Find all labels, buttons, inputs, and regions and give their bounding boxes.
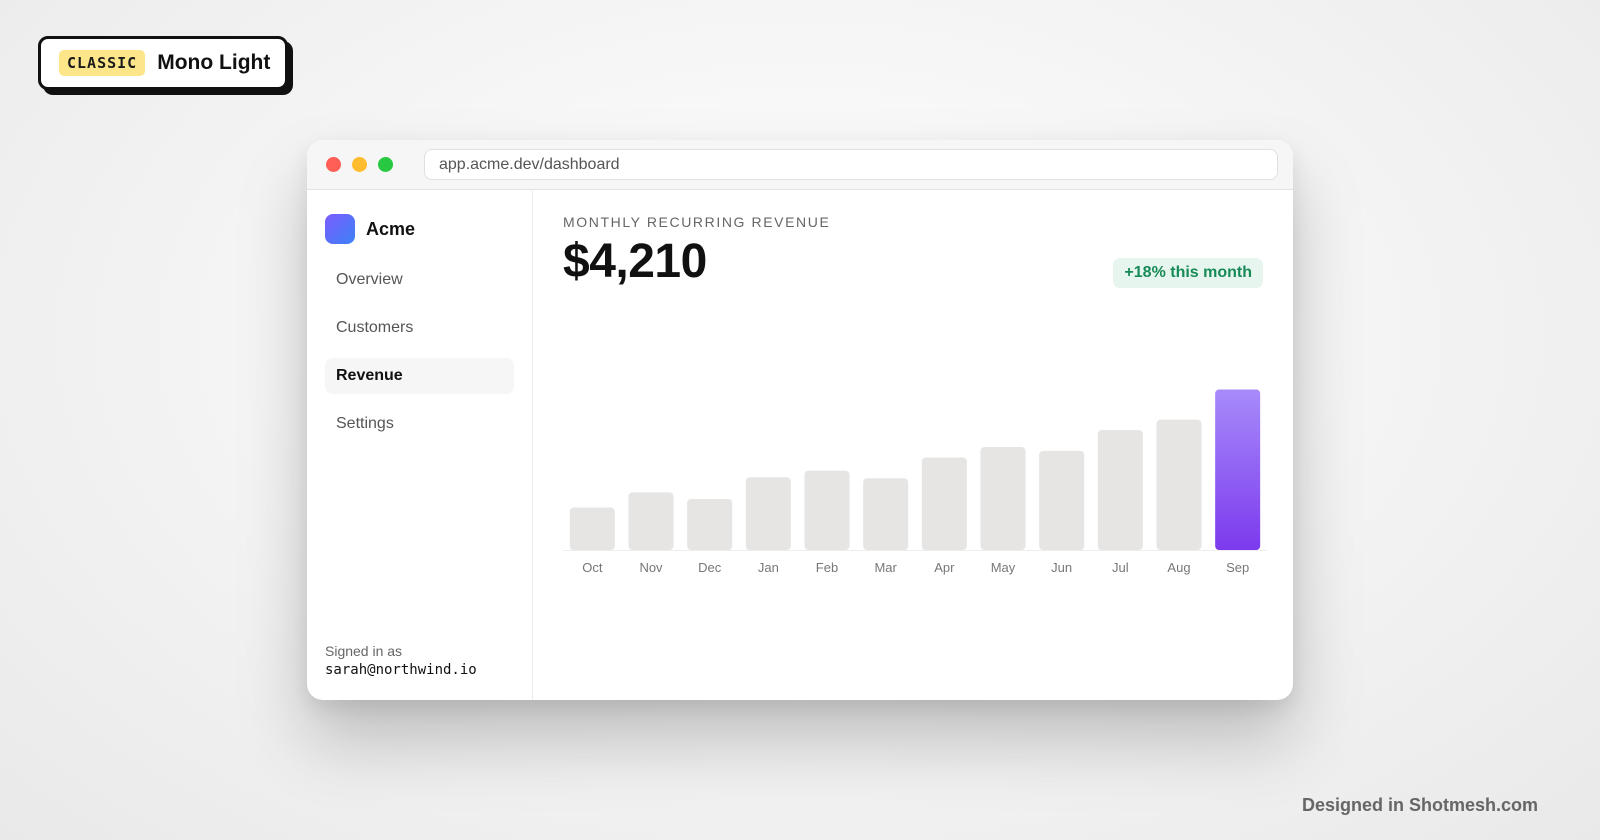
brand-logo-icon [325, 214, 355, 244]
chart-bar-apr[interactable] [921, 457, 967, 550]
chart-bar-sep[interactable] [1215, 389, 1261, 550]
browser-window: app.acme.dev/dashboard Acme Overview Cus… [307, 140, 1293, 700]
chart-tick-label-mar: Mar [874, 560, 897, 575]
sidebar-item-overview[interactable]: Overview [325, 262, 514, 298]
chart-tick-label-may: May [991, 560, 1016, 575]
browser-titlebar: app.acme.dev/dashboard [307, 140, 1293, 190]
address-bar[interactable]: app.acme.dev/dashboard [424, 149, 1278, 180]
chart-tick-label-apr: Apr [934, 560, 955, 575]
chart-bar-jul[interactable] [1097, 430, 1143, 550]
chart-bar-may[interactable] [980, 447, 1026, 550]
chart-tick-label-oct: Oct [582, 560, 603, 575]
footer-credit: Designed in Shotmesh.com [1301, 795, 1538, 815]
revenue-chart-svg: Oct Nov Dec Jan Feb Mar Apr May Jun Jul Aug Sep [563, 389, 1267, 575]
chart-tick-label-sep: Sep [1226, 560, 1249, 575]
chart-tick-label-jan: Jan [758, 560, 779, 575]
sidebar-item-revenue[interactable]: Revenue [325, 358, 514, 394]
theme-tag: CLASSIC [59, 50, 146, 76]
chart-bar-jan[interactable] [745, 477, 791, 550]
chart-bar-nov[interactable] [628, 492, 674, 550]
brand[interactable]: Acme [325, 214, 514, 244]
delta-badge: +18% this month [1113, 258, 1263, 288]
signed-in-label: Signed in as [325, 643, 403, 659]
chart-bar-mar[interactable] [863, 478, 909, 550]
chart-tick-label-jul: Jul [1112, 560, 1129, 575]
close-window-button[interactable] [326, 157, 341, 172]
signed-in-email: sarah@northwind.io [325, 662, 477, 678]
chart-tick-label-feb: Feb [816, 560, 838, 575]
chart-tick-label-nov: Nov [639, 560, 663, 575]
brand-name: Acme [366, 218, 416, 239]
sidebar: Acme Overview Customers Revenue Settings… [307, 190, 533, 700]
sidebar-item-customers[interactable]: Customers [325, 310, 514, 346]
minimize-window-button[interactable] [352, 157, 367, 172]
chart-tick-label-aug: Aug [1167, 560, 1190, 575]
chart-bar-jun[interactable] [1039, 450, 1085, 550]
signed-in-info: Signed in as sarah@northwind.io [325, 643, 477, 678]
main-content: MONTHLY RECURRING REVENUE $4,210 +18% th… [533, 190, 1293, 700]
chart-bar-aug[interactable] [1156, 419, 1202, 550]
chart-bar-feb[interactable] [804, 470, 850, 550]
chart-tick-label-jun: Jun [1051, 560, 1072, 575]
revenue-chart: Oct Nov Dec Jan Feb Mar Apr May Jun Jul Aug Sep [563, 380, 1267, 590]
maximize-window-button[interactable] [378, 157, 393, 172]
theme-badge: CLASSIC Mono Light [38, 36, 288, 90]
metric-label: MONTHLY RECURRING REVENUE [563, 214, 831, 230]
chart-bar-dec[interactable] [687, 499, 733, 550]
chart-bar-oct[interactable] [569, 507, 615, 551]
sidebar-item-settings[interactable]: Settings [325, 406, 514, 442]
theme-name: Mono Light [157, 51, 271, 74]
chart-tick-label-dec: Dec [698, 560, 722, 575]
